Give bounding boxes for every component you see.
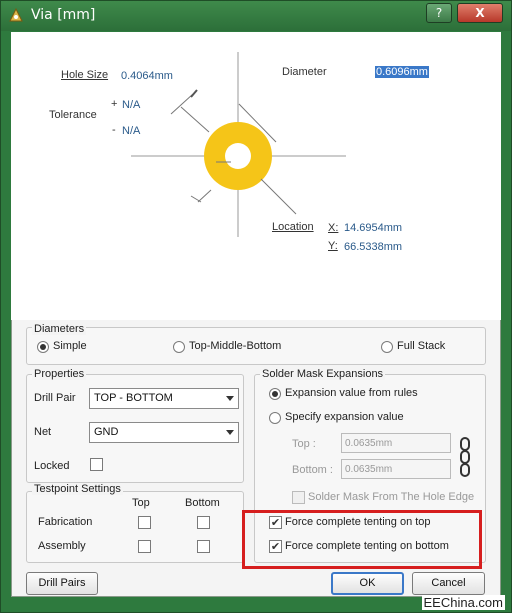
diameter-simple-label[interactable]: Simple (53, 340, 87, 352)
hole-size-label: Hole Size (61, 69, 109, 81)
via-app-icon (9, 7, 23, 22)
chevron-down-icon (226, 430, 234, 435)
mask-from-hole-checkbox[interactable] (292, 491, 305, 504)
properties-title: Properties (32, 368, 87, 380)
diameter-fullstack-radio[interactable] (381, 341, 393, 353)
expansion-rules-radio[interactable] (269, 388, 281, 400)
title-bar[interactable]: Via [mm] ? X (1, 1, 511, 31)
net-select[interactable]: GND (89, 422, 239, 443)
net-value: GND (94, 426, 119, 438)
locked-label: Locked (34, 460, 70, 472)
diameters-title: Diameters (32, 323, 87, 335)
diameter-value[interactable]: 0.6096mm (375, 66, 429, 78)
mask-top-label: Top : (292, 438, 316, 450)
drill-pairs-button[interactable]: Drill Pairs (26, 572, 98, 595)
fabrication-bottom-checkbox[interactable] (197, 516, 210, 529)
mask-from-hole-label: Solder Mask From The Hole Edge (308, 491, 475, 503)
solder-mask-title: Solder Mask Expansions (260, 368, 386, 380)
help-button[interactable]: ? (426, 3, 452, 23)
locked-checkbox[interactable] (90, 458, 103, 471)
net-label: Net (34, 426, 52, 438)
link-chain-icon[interactable] (459, 437, 471, 477)
diameter-fullstack-label[interactable]: Full Stack (397, 340, 445, 352)
assembly-top-checkbox[interactable] (138, 540, 151, 553)
dialog-window: Via [mm] ? X Hole Size 0.4064mm Toleranc… (0, 0, 512, 613)
y-label: Y: (328, 240, 338, 252)
window-title: Via [mm] (31, 7, 96, 23)
x-value[interactable]: 14.6954mm (344, 222, 402, 234)
watermark-text: EEChina.com (421, 595, 505, 610)
via-hole (225, 143, 251, 169)
diameter-tmb-radio[interactable] (173, 341, 185, 353)
expansion-rules-label[interactable]: Expansion value from rules (285, 387, 418, 399)
fabrication-top-checkbox[interactable] (138, 516, 151, 529)
mask-top-field[interactable]: 0.0635mm (341, 433, 451, 453)
assembly-bottom-checkbox[interactable] (197, 540, 210, 553)
drill-pair-select[interactable]: TOP - BOTTOM (89, 388, 239, 409)
diameter-simple-radio[interactable] (37, 341, 49, 353)
tol-plus-sign: + (111, 98, 118, 110)
mask-bottom-field[interactable]: 0.0635mm (341, 459, 451, 479)
via-diagram: Hole Size 0.4064mm Tolerance + N/A - N/A… (11, 32, 501, 320)
testpoint-col-top: Top (132, 497, 150, 509)
drill-pair-value: TOP - BOTTOM (94, 392, 173, 404)
fabrication-label: Fabrication (38, 516, 93, 528)
mask-bottom-label: Bottom : (292, 464, 333, 476)
cancel-button[interactable]: Cancel (412, 572, 485, 595)
testpoint-col-bottom: Bottom (185, 497, 220, 509)
tol-minus-sign: - (112, 124, 116, 136)
diameter-label: Diameter (282, 66, 327, 78)
location-label: Location (272, 221, 314, 233)
hole-dim-line (180, 106, 210, 133)
y-value[interactable]: 66.5338mm (344, 241, 402, 253)
expansion-specify-label[interactable]: Specify expansion value (285, 411, 404, 423)
chevron-down-icon (226, 396, 234, 401)
tol-minus-value[interactable]: N/A (122, 125, 140, 137)
ok-button[interactable]: OK (331, 572, 404, 595)
hole-size-value[interactable]: 0.4064mm (121, 70, 173, 82)
assembly-label: Assembly (38, 540, 86, 552)
highlight-box (242, 510, 482, 569)
testpoint-title: Testpoint Settings (32, 483, 123, 495)
tol-plus-value[interactable]: N/A (122, 99, 140, 111)
expansion-specify-radio[interactable] (269, 412, 281, 424)
x-label: X: (328, 222, 339, 234)
drill-pair-label: Drill Pair (34, 392, 76, 404)
close-button[interactable]: X (457, 3, 503, 23)
tolerance-label: Tolerance (49, 109, 97, 121)
diameter-tmb-label[interactable]: Top-Middle-Bottom (189, 340, 281, 352)
